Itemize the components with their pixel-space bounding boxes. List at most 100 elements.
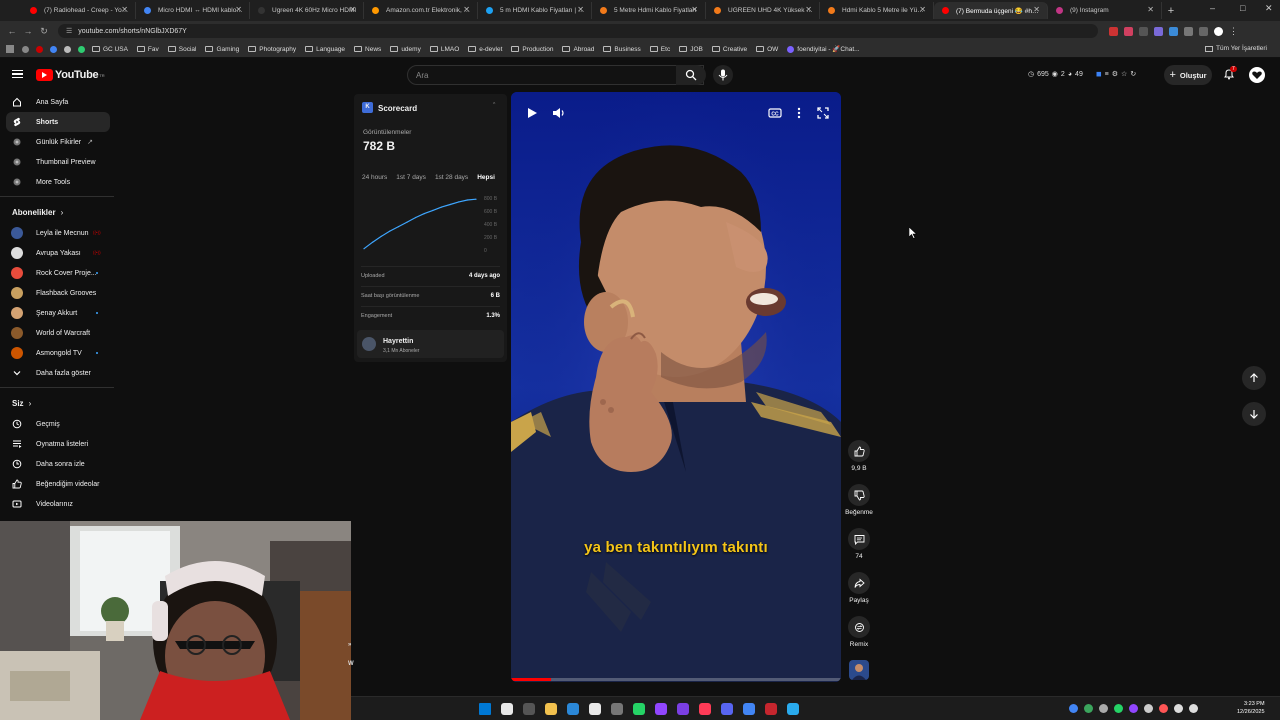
twitch-icon[interactable]: [655, 703, 667, 715]
sidebar-item-playlist[interactable]: Oynatma listeleri: [0, 434, 116, 454]
video-progress-bar[interactable]: [511, 678, 841, 681]
bookmark-folder[interactable]: OW: [756, 46, 778, 53]
tray-mic-icon[interactable]: [1159, 704, 1168, 713]
bookmark-folder[interactable]: udemy: [390, 46, 421, 53]
tray-app-icon[interactable]: [1099, 704, 1108, 713]
remix-button[interactable]: Remix: [846, 616, 872, 648]
extension-logo-icon[interactable]: ◼: [1096, 70, 1102, 78]
tray-whatsapp-icon[interactable]: [1114, 704, 1123, 713]
bookmark-folder[interactable]: e-devlet: [468, 46, 502, 53]
new-tab-button[interactable]: +: [1162, 5, 1180, 17]
search-taskbar-icon[interactable]: [501, 703, 513, 715]
fullscreen-button[interactable]: [816, 106, 830, 120]
profile-icon[interactable]: [1214, 26, 1223, 36]
bookmark-folder[interactable]: Business: [603, 46, 641, 53]
bookmark-folder[interactable]: LMAO: [429, 46, 459, 53]
taskbar-clock[interactable]: 3:23 PM 12/26/2025: [1237, 700, 1265, 716]
collapse-chevron-icon[interactable]: ˆ: [493, 103, 495, 110]
opera-icon[interactable]: [765, 703, 777, 715]
bookmark-folder[interactable]: Abroad: [562, 46, 594, 53]
subscription-item[interactable]: Leyla ile Mecnun ((•)): [0, 223, 116, 243]
menu-hamburger-icon[interactable]: [12, 70, 23, 78]
subscriptions-header[interactable]: Abonelikler ›: [0, 201, 116, 223]
bookmark-item[interactable]: [78, 45, 88, 53]
bookmark-folder[interactable]: Social: [167, 46, 196, 53]
address-bar[interactable]: ☰ youtube.com/shorts/nNGlbJXD67Y: [58, 24, 1098, 38]
tray-twitch-icon[interactable]: [1129, 704, 1138, 713]
chrome-icon[interactable]: [743, 703, 755, 715]
browser-tab[interactable]: Hdmi Kablo 5 Metre ile Yüksek ✕: [820, 2, 934, 19]
tab-close-icon[interactable]: ✕: [235, 5, 242, 14]
subscription-item[interactable]: Asmongold TV: [0, 343, 116, 363]
sidebar-item-home[interactable]: Ana Sayfa: [0, 92, 116, 112]
all-bookmarks[interactable]: Tüm Yer İşaretleri: [1205, 45, 1267, 52]
bookmark-folder[interactable]: Creative: [711, 46, 747, 53]
start-icon[interactable]: [479, 703, 491, 715]
site-info-icon[interactable]: ☰: [66, 27, 72, 35]
bookmark-item[interactable]: [36, 45, 46, 53]
extension-icon[interactable]: [1124, 26, 1133, 36]
chrome-menu-icon[interactable]: ⋮: [1229, 26, 1238, 37]
bookmark-folder[interactable]: GC USA: [92, 46, 128, 53]
bookmark-folder[interactable]: Language: [305, 46, 345, 53]
whatsapp-icon[interactable]: [633, 703, 645, 715]
extension-icon[interactable]: [1139, 26, 1148, 36]
tab-close-icon[interactable]: ✕: [349, 5, 356, 14]
browser-tab[interactable]: (7) Bermuda üçgeni 😂 #hayır ✕: [934, 2, 1048, 19]
window-close-icon[interactable]: ✕: [1265, 3, 1273, 14]
tab-close-icon[interactable]: ✕: [463, 5, 470, 14]
tray-app-icon[interactable]: [1144, 704, 1153, 713]
create-button[interactable]: + Oluştur: [1164, 65, 1212, 85]
apps-grid-icon[interactable]: [6, 45, 14, 53]
show-more-button[interactable]: Daha fazla göster: [0, 363, 116, 383]
tab-close-icon[interactable]: ✕: [919, 5, 926, 14]
tab-close-icon[interactable]: ✕: [121, 5, 128, 14]
sidebar-item-idea[interactable]: Günlük Fikirler ↗: [0, 132, 116, 152]
sidebar-item-video[interactable]: Videolarınız: [0, 494, 116, 514]
sidebar-item-watch-later[interactable]: Daha sonra izle: [0, 454, 116, 474]
tab-close-icon[interactable]: ✕: [1033, 5, 1040, 14]
account-avatar[interactable]: [1249, 67, 1265, 83]
share-button[interactable]: Paylaş: [846, 572, 872, 604]
telegram-icon[interactable]: [787, 703, 799, 715]
subscription-item[interactable]: Avrupa Yakası ((•)): [0, 243, 116, 263]
forward-icon[interactable]: →: [20, 26, 36, 36]
file-explorer-icon[interactable]: [545, 703, 557, 715]
bookmark-folder[interactable]: News: [354, 46, 381, 53]
next-short-button[interactable]: [1242, 402, 1266, 426]
tab-close-icon[interactable]: ✕: [691, 5, 698, 14]
mail-icon[interactable]: [567, 703, 579, 715]
subscription-item[interactable]: Şenay Akkurt: [0, 303, 116, 323]
extension-icon[interactable]: [1154, 26, 1163, 36]
like-button[interactable]: 9,9 B: [846, 440, 872, 472]
tray-volume-icon[interactable]: [1189, 704, 1198, 713]
sidebar-item-tools[interactable]: More Tools: [0, 172, 116, 192]
bookmark-folder[interactable]: Fav: [136, 46, 159, 53]
subscription-item[interactable]: Flashback Grooves: [0, 283, 116, 303]
reload-icon[interactable]: ↻: [36, 26, 52, 37]
sidebar-item-shorts[interactable]: Shorts: [6, 112, 110, 132]
shorts-video-player[interactable]: CC ya ben takıntılıyım takıntı: [511, 92, 841, 682]
settings-taskbar-icon[interactable]: [611, 703, 623, 715]
extensions-puzzle-icon[interactable]: [1184, 26, 1193, 36]
bookmark-folder[interactable]: Production: [511, 46, 553, 53]
task-view-icon[interactable]: [523, 703, 535, 715]
browser-tab[interactable]: Amazon.com.tr Elektronik, bilgisayar✕: [364, 2, 478, 19]
search-input[interactable]: Ara: [407, 65, 704, 85]
search-button[interactable]: [676, 65, 706, 85]
extension-icon[interactable]: [1109, 26, 1118, 36]
play-button[interactable]: [525, 106, 539, 120]
comments-button[interactable]: 74: [846, 528, 872, 560]
tray-network-icon[interactable]: [1174, 704, 1183, 713]
discord-icon[interactable]: [721, 703, 733, 715]
bookmark-item[interactable]: [50, 45, 60, 53]
onenote-icon[interactable]: [677, 703, 689, 715]
sidebar-item-preview[interactable]: Thumbnail Preview: [0, 152, 116, 172]
maximize-icon[interactable]: □: [1240, 3, 1245, 13]
extension-icon[interactable]: [1169, 26, 1178, 36]
list-icon[interactable]: ≡: [1105, 71, 1109, 78]
trophy-icon[interactable]: ☆: [1121, 70, 1127, 78]
sidepanel-icon[interactable]: [1199, 26, 1208, 36]
settings-icon[interactable]: ⚙: [1112, 70, 1118, 78]
sidebar-item-history[interactable]: Geçmiş: [0, 414, 116, 434]
